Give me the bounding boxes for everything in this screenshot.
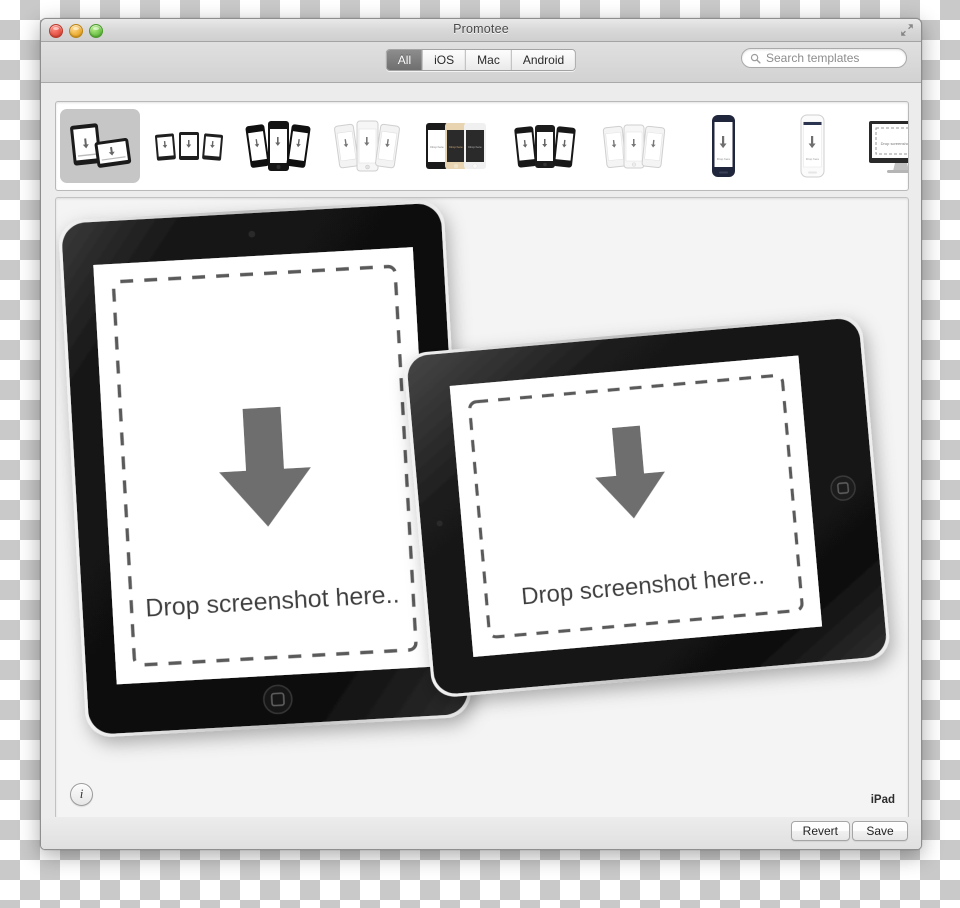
template-thumb-imac[interactable]: Drop screenshot here.. [861, 109, 909, 183]
preview-canvas[interactable]: Drop screenshot here.. Drop screenshot h… [55, 197, 909, 819]
window-titlebar[interactable]: Promotee [41, 19, 921, 42]
svg-text:Drop here: Drop here [449, 145, 463, 149]
svg-text:Drop screenshot here..: Drop screenshot here.. [881, 141, 909, 146]
template-thumb-iphone4-white[interactable] [594, 109, 674, 183]
revert-button[interactable]: Revert [790, 821, 850, 841]
imac-icon: Drop screenshot here.. [869, 121, 909, 173]
filter-tab-android[interactable]: Android [510, 50, 576, 70]
filter-tab-mac[interactable]: Mac [465, 50, 511, 70]
search-icon [750, 53, 761, 64]
iphone-colors-icon: Drop here Drop here Drop here [426, 123, 486, 169]
window-title: Promotee [453, 22, 509, 36]
search-field[interactable] [741, 48, 907, 68]
svg-text:Drop here: Drop here [468, 145, 482, 149]
template-thumb-iphone-trio-black[interactable] [238, 109, 318, 183]
template-thumb-galaxy-white[interactable]: Drop here [772, 109, 852, 183]
template-thumb-ipad-trio[interactable] [149, 109, 229, 183]
device-stage: Drop screenshot here.. Drop screenshot h… [56, 198, 908, 818]
iphone4-black-icon [514, 125, 576, 168]
device-type-label: iPad [870, 794, 895, 806]
device-ipad-landscape: Drop screenshot here.. [404, 315, 890, 697]
platform-filter-segmented-control[interactable]: All iOS Mac Android [385, 49, 577, 71]
template-thumb-iphone-colors[interactable]: Drop here Drop here Drop here [416, 109, 496, 183]
svg-text:Drop here: Drop here [430, 145, 444, 149]
footer-bar: Revert Save [41, 817, 921, 849]
template-thumb-iphone4-black[interactable] [505, 109, 585, 183]
search-input[interactable] [764, 50, 898, 66]
svg-text:Drop here: Drop here [717, 157, 731, 161]
device-mockups: Drop screenshot here.. Drop screenshot h… [59, 200, 890, 737]
toolbar: All iOS Mac Android [41, 42, 921, 83]
app-window: Promotee All iOS Mac Android Search temp… [40, 18, 922, 850]
template-thumb-iphone-trio-white[interactable] [327, 109, 407, 183]
iphone-trio-black-icon [245, 121, 311, 171]
filter-tab-ios[interactable]: iOS [422, 50, 466, 70]
info-button[interactable]: i [70, 783, 93, 806]
ipad-pair-icon [70, 123, 132, 168]
fullscreen-button[interactable] [900, 23, 914, 37]
ipad-trio-icon [154, 132, 224, 161]
save-button[interactable]: Save [852, 821, 908, 841]
galaxy-dark-icon: Drop here [712, 115, 735, 177]
iphone-trio-white-icon [334, 120, 400, 172]
template-thumb-galaxy-dark[interactable]: Drop here [683, 109, 763, 183]
iphone4-white-icon [602, 124, 666, 169]
template-thumb-ipad-pair[interactable] [60, 109, 140, 183]
filter-tab-all[interactable]: All [386, 50, 423, 70]
galaxy-white-icon: Drop here [800, 114, 825, 178]
template-strip[interactable]: Drop here Drop here Drop here Drop here … [55, 101, 909, 191]
svg-text:Drop here: Drop here [806, 157, 820, 161]
device-ipad-portrait: Drop screenshot here.. [59, 200, 471, 737]
